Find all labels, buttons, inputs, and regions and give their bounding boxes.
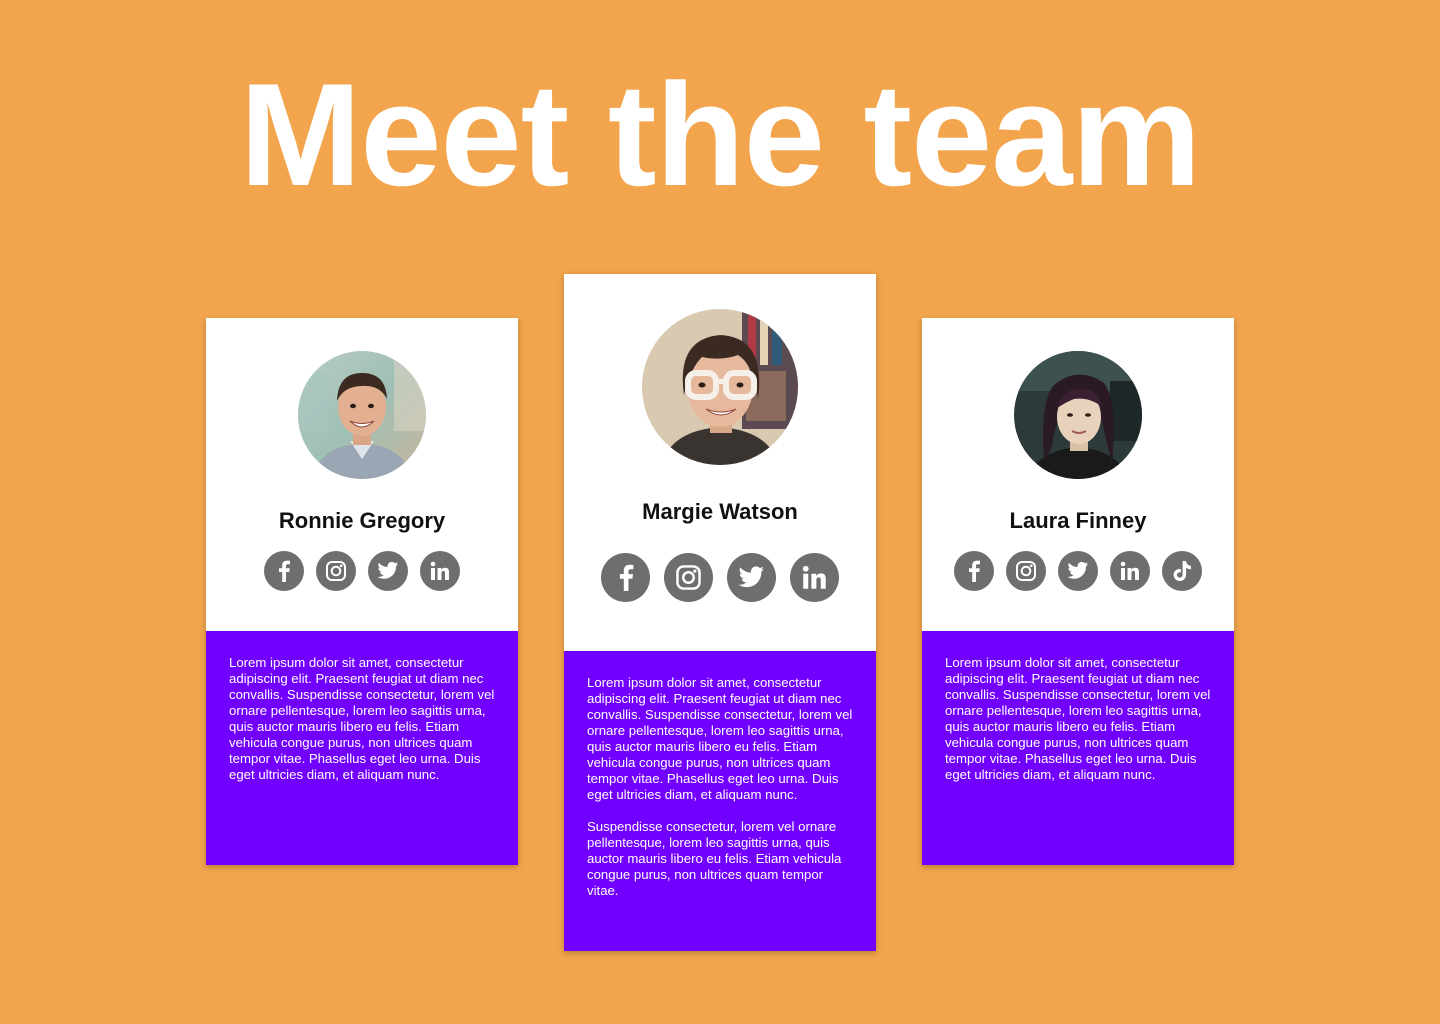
facebook-icon[interactable] — [954, 551, 994, 591]
bio-paragraph: Lorem ipsum dolor sit amet, consectetur … — [945, 655, 1211, 782]
team-member-card: Laura Finney Lorem ipsum dolor sit amet,… — [922, 318, 1234, 865]
social-links — [564, 553, 876, 602]
social-links — [206, 551, 518, 591]
page-title: Meet the team — [239, 53, 1202, 216]
member-bio: Lorem ipsum dolor sit amet, consectetur … — [922, 631, 1234, 865]
tiktok-icon[interactable] — [1162, 551, 1202, 591]
member-name: Margie Watson — [642, 499, 798, 524]
twitter-icon[interactable] — [1058, 551, 1098, 591]
social-links — [922, 551, 1234, 591]
avatar — [1014, 351, 1142, 479]
linkedin-icon[interactable] — [1110, 551, 1150, 591]
card-header: Laura Finney — [922, 318, 1234, 631]
instagram-icon[interactable] — [1006, 551, 1046, 591]
twitter-icon[interactable] — [368, 551, 408, 591]
bio-paragraph: Lorem ipsum dolor sit amet, consectetur … — [587, 675, 853, 802]
linkedin-icon[interactable] — [420, 551, 460, 591]
member-name: Laura Finney — [1009, 508, 1147, 533]
card-header: Ronnie Gregory — [206, 318, 518, 631]
facebook-icon[interactable] — [601, 553, 650, 602]
avatar — [642, 309, 798, 465]
bio-paragraph: Suspendisse consectetur, lorem vel ornar… — [587, 819, 842, 898]
team-member-card: Margie Watson Lorem ipsum dolor sit amet… — [564, 274, 876, 951]
instagram-icon[interactable] — [664, 553, 713, 602]
team-member-card: Ronnie Gregory Lorem ipsum dolor sit ame… — [206, 318, 518, 865]
instagram-icon[interactable] — [316, 551, 356, 591]
linkedin-icon[interactable] — [790, 553, 839, 602]
avatar — [298, 351, 426, 479]
twitter-icon[interactable] — [727, 553, 776, 602]
facebook-icon[interactable] — [264, 551, 304, 591]
member-name: Ronnie Gregory — [278, 508, 446, 533]
bio-paragraph: Lorem ipsum dolor sit amet, consectetur … — [229, 655, 495, 782]
member-bio: Lorem ipsum dolor sit amet, consectetur … — [206, 631, 518, 865]
card-header: Margie Watson — [564, 274, 876, 651]
member-bio: Lorem ipsum dolor sit amet, consectetur … — [564, 651, 876, 951]
